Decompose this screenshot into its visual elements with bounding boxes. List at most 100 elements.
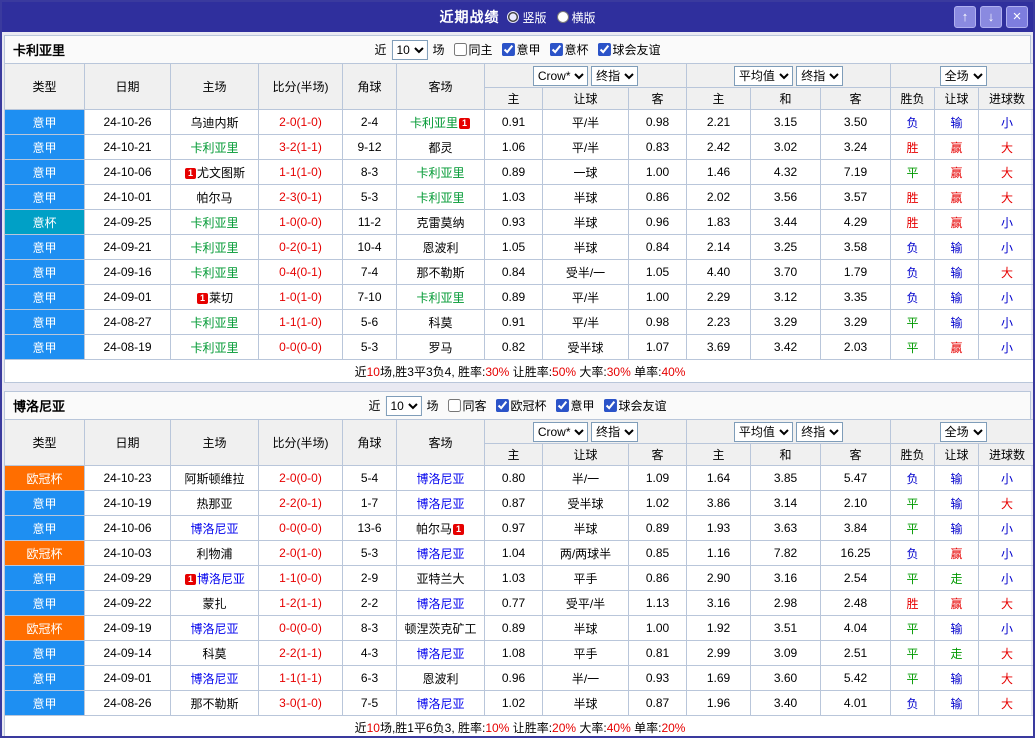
same-away-checkbox[interactable]: [447, 399, 461, 412]
close-button[interactable]: ×: [1006, 6, 1028, 28]
col-avg-home: 主: [686, 443, 752, 466]
away-team-cell: 罗马: [396, 334, 485, 360]
team-name: 克雷莫纳: [416, 215, 465, 230]
goals-result-cell: 小: [978, 540, 1033, 566]
avg-draw-odds-cell: 3.02: [750, 134, 822, 160]
move-up-button[interactable]: ↑: [954, 6, 976, 28]
avg-time-select[interactable]: 终指: [796, 421, 844, 442]
near-label: 近: [368, 399, 381, 413]
champions-league-checkbox[interactable]: [495, 399, 509, 412]
scope-select[interactable]: 全场: [939, 421, 987, 442]
avg-home-odds-cell: 2.99: [686, 640, 752, 666]
layout-horizontal-radio[interactable]: 横版: [556, 9, 596, 26]
match-date-cell: 24-09-16: [84, 259, 171, 285]
filter-serie-a[interactable]: 意甲: [501, 41, 541, 58]
odds-source-select[interactable]: Crow*: [532, 65, 588, 86]
filter-champions-league[interactable]: 欧冠杯: [495, 397, 547, 414]
handicap-result-cell: 赢: [934, 209, 980, 235]
filter-coppa-italia[interactable]: 意杯: [549, 41, 589, 58]
team-name: 乌迪内斯: [190, 115, 239, 130]
col-date: 日期: [84, 419, 171, 466]
match-count-select[interactable]: 10: [391, 39, 428, 60]
vertical-radio-input[interactable]: [507, 11, 520, 23]
match-date-cell: 24-08-19: [84, 334, 171, 360]
avg-source-select[interactable]: 平均值: [733, 421, 793, 442]
home-team-cell: 1 博洛尼亚: [170, 565, 259, 591]
avg-time-select[interactable]: 终指: [796, 65, 844, 86]
col-instant-away: 客: [627, 87, 688, 110]
results-table: 类型 日期 主场 比分(半场) 角球 客场 Crow* 终指 平均值 终指 全场…: [3, 63, 1033, 383]
team-name: 热那亚: [196, 496, 233, 511]
match-date-cell: 24-09-01: [84, 284, 171, 310]
match-date-cell: 24-10-06: [84, 515, 171, 541]
team-name: 博洛尼亚: [416, 471, 465, 486]
red-card-badge: 1: [459, 117, 470, 129]
avg-away-odds-cell: 3.57: [820, 184, 892, 210]
layout-vertical-radio[interactable]: 竖版: [507, 9, 547, 26]
goals-result-cell: 大: [978, 259, 1033, 285]
avg-source-select[interactable]: 平均值: [733, 65, 793, 86]
corners-cell: 2-2: [342, 590, 397, 616]
league-type-cell: 意甲: [4, 309, 85, 335]
instant-handicap-cell: 平/半: [542, 134, 629, 160]
instant-handicap-cell: 平/半: [542, 109, 629, 135]
scope-select[interactable]: 全场: [939, 65, 987, 86]
team-name-title: 卡利亚里: [13, 43, 66, 58]
corners-cell: 5-6: [342, 309, 397, 335]
match-result-cell: 平: [890, 515, 936, 541]
avg-draw-odds-cell: 3.42: [750, 334, 822, 360]
friendly-checkbox[interactable]: [603, 399, 617, 412]
away-team-cell: 亚特兰大: [396, 565, 485, 591]
col-away: 客场: [396, 419, 485, 466]
match-count-select[interactable]: 10: [385, 395, 422, 416]
friendly-checkbox[interactable]: [597, 43, 611, 56]
odds-source-select[interactable]: Crow*: [532, 421, 588, 442]
league-type-cell: 欧冠杯: [4, 540, 85, 566]
avg-home-odds-cell: 1.46: [686, 159, 752, 185]
horizontal-radio-input[interactable]: [556, 11, 569, 23]
team-name: 博洛尼亚: [416, 596, 465, 611]
team-name-title: 博洛尼亚: [13, 399, 66, 414]
match-row: 意甲 24-09-14 科莫 2-2(1-1) 4-3 博洛尼亚 1.08 平手 0.81 2.9…: [4, 640, 1033, 666]
filter-same-home[interactable]: 同主: [453, 41, 493, 58]
instant-home-odds-cell: 0.91: [484, 309, 543, 335]
filter-same-away[interactable]: 同客: [447, 397, 487, 414]
match-result-cell: 平: [890, 490, 936, 516]
home-team-cell: 博洛尼亚: [170, 615, 259, 641]
avg-draw-odds-cell: 3.16: [750, 565, 822, 591]
same-home-checkbox[interactable]: [453, 43, 467, 56]
filter-controls: 近 10 场 同客 欧冠杯 意甲 球会友谊: [368, 395, 667, 416]
instant-home-odds-cell: 0.97: [484, 515, 543, 541]
goals-result-cell: 小: [978, 515, 1033, 541]
league-type-cell: 意甲: [4, 565, 85, 591]
summary-text-segment: 单率:: [630, 364, 662, 379]
col-instant-home: 主: [484, 87, 543, 110]
filter-serie-a[interactable]: 意甲: [555, 397, 595, 414]
coppa-italia-checkbox[interactable]: [549, 43, 563, 56]
away-team-cell: 卡利亚里 1: [396, 109, 485, 135]
avg-draw-odds-cell: 3.40: [750, 690, 822, 716]
move-down-button[interactable]: ↓: [980, 6, 1002, 28]
score-cell: 2-0(1-0): [258, 109, 343, 135]
instant-home-odds-cell: 0.96: [484, 665, 543, 691]
avg-away-odds-cell: 1.79: [820, 259, 892, 285]
home-team-cell: 卡利亚里: [170, 259, 259, 285]
serie-a-checkbox[interactable]: [555, 399, 569, 412]
odds-time-select[interactable]: 终指: [591, 65, 639, 86]
corners-cell: 5-3: [342, 184, 397, 210]
score-cell: 1-1(1-0): [258, 159, 343, 185]
serie-a-checkbox[interactable]: [501, 43, 515, 56]
instant-handicap-cell: 两/两球半: [542, 540, 629, 566]
instant-handicap-cell: 受平/半: [542, 590, 629, 616]
odds-time-select[interactable]: 终指: [591, 421, 639, 442]
filter-friendly[interactable]: 球会友谊: [597, 41, 661, 58]
home-team-cell: 1 尤文图斯: [170, 159, 259, 185]
team-name: 卡利亚里: [416, 290, 465, 305]
summary-text-segment: 40%: [661, 364, 686, 379]
filter-friendly[interactable]: 球会友谊: [603, 397, 667, 414]
avg-away-odds-cell: 3.29: [820, 309, 892, 335]
goals-result-cell: 大: [978, 665, 1033, 691]
filter-label: 球会友谊: [618, 399, 667, 413]
filter-label: 意杯: [564, 43, 589, 57]
summary-text-segment: 10%: [485, 720, 510, 735]
